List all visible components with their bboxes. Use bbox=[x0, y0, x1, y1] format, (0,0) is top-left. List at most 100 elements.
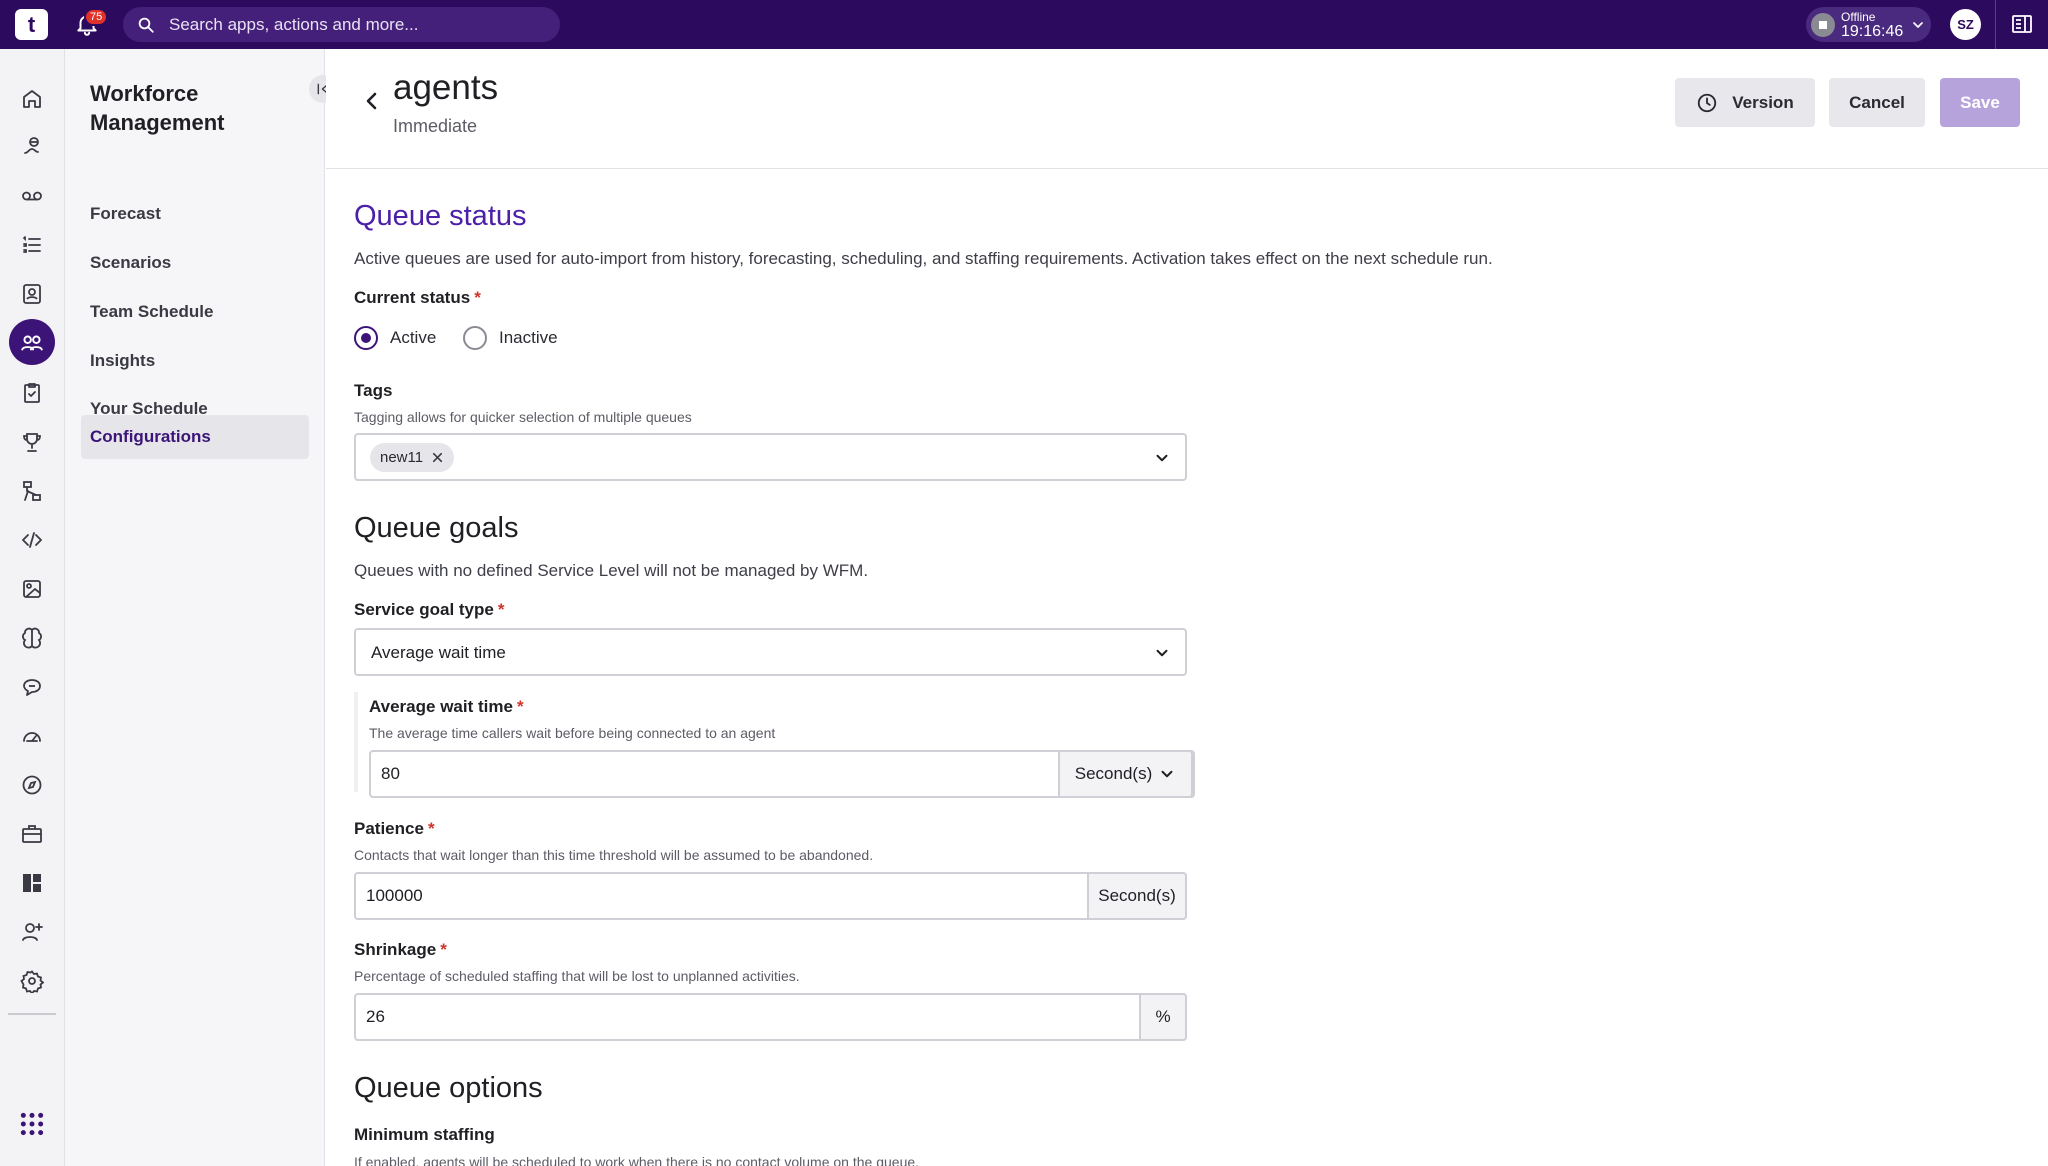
nav-item-configurations[interactable]: Configurations bbox=[81, 415, 309, 459]
rail-divider bbox=[8, 1013, 56, 1015]
crop-icon[interactable] bbox=[18, 575, 46, 603]
side-panel-icon[interactable] bbox=[2010, 12, 2034, 36]
minimum-staffing-hint: If enabled, agents will be scheduled to … bbox=[354, 1154, 920, 1166]
nav-item-insights[interactable]: Insights bbox=[81, 339, 309, 383]
status-radio-inactive[interactable]: Inactive bbox=[463, 326, 558, 350]
cancel-button[interactable]: Cancel bbox=[1829, 78, 1925, 127]
nav-item-team-schedule[interactable]: Team Schedule bbox=[81, 290, 309, 334]
tags-hint: Tagging allows for quicker selection of … bbox=[354, 409, 692, 425]
user-add-icon[interactable] bbox=[18, 918, 46, 946]
chevron-down-icon bbox=[1913, 22, 1923, 28]
minimum-staffing-label: Minimum staffing bbox=[354, 1125, 495, 1144]
notification-count-badge: 75 bbox=[84, 8, 109, 26]
queue-status-heading: Queue status bbox=[354, 200, 527, 232]
patience-field: Second(s) bbox=[354, 872, 1187, 920]
queue-options-heading: Queue options bbox=[354, 1072, 543, 1104]
chat-icon[interactable] bbox=[18, 673, 46, 701]
status-timer: 19:16:46 bbox=[1841, 23, 1904, 40]
nav-item-forecast[interactable]: Forecast bbox=[81, 192, 309, 236]
search-input[interactable] bbox=[169, 7, 549, 42]
shrinkage-hint: Percentage of scheduled staffing that wi… bbox=[354, 968, 800, 984]
chevron-down-icon bbox=[1161, 770, 1173, 778]
service-goal-type-select[interactable]: Average wait time bbox=[354, 628, 1187, 676]
logo-text: t bbox=[27, 11, 36, 37]
top-bar: t 75 Offline 19:16:46 SZ bbox=[0, 0, 2048, 49]
avg-wait-time-hint: The average time callers wait before bei… bbox=[369, 725, 776, 741]
tag-chip: new11 bbox=[370, 443, 455, 472]
queue-goals-heading: Queue goals bbox=[354, 512, 519, 544]
user-avatar[interactable]: SZ bbox=[1950, 9, 1981, 40]
voicemail-icon[interactable] bbox=[18, 182, 46, 210]
app-logo[interactable]: t bbox=[15, 9, 48, 40]
shrinkage-unit: % bbox=[1139, 993, 1187, 1041]
tasks-icon[interactable] bbox=[18, 379, 46, 407]
required-marker: * bbox=[440, 940, 447, 959]
settings-icon[interactable] bbox=[18, 967, 46, 995]
radio-checked-icon bbox=[354, 326, 378, 350]
app-rail bbox=[0, 49, 65, 1166]
home-icon[interactable] bbox=[18, 85, 46, 113]
list-icon[interactable] bbox=[18, 231, 46, 259]
flow-icon[interactable] bbox=[18, 477, 46, 505]
required-marker: * bbox=[497, 600, 505, 619]
avg-wait-time-input[interactable] bbox=[381, 764, 881, 784]
current-status-label: Current status * bbox=[354, 288, 481, 308]
search-icon bbox=[138, 17, 154, 33]
save-button[interactable]: Save bbox=[1940, 78, 2020, 127]
offline-status-icon bbox=[1811, 13, 1835, 37]
chevron-left-icon bbox=[366, 92, 377, 110]
patience-hint: Contacts that wait longer than this time… bbox=[354, 847, 874, 863]
status-label: Offline bbox=[1841, 10, 1876, 24]
service-goal-type-value: Average wait time bbox=[371, 643, 506, 662]
radio-active-label: Active bbox=[390, 328, 437, 347]
global-search[interactable] bbox=[123, 7, 560, 42]
presence-status-selector[interactable]: Offline 19:16:46 bbox=[1806, 7, 1931, 42]
remove-tag-icon[interactable] bbox=[431, 451, 444, 464]
customer-journey-icon[interactable] bbox=[18, 133, 46, 161]
chevron-down-icon bbox=[1156, 649, 1168, 657]
avg-wait-time-label: Average wait time * bbox=[369, 697, 524, 717]
patience-input[interactable] bbox=[366, 886, 866, 906]
shrinkage-field: % bbox=[354, 993, 1187, 1041]
required-marker: * bbox=[516, 697, 524, 716]
topbar-divider bbox=[1995, 0, 1996, 49]
required-marker: * bbox=[427, 819, 435, 838]
app-grid-icon[interactable] bbox=[18, 1110, 46, 1138]
code-icon[interactable] bbox=[18, 526, 46, 554]
status-radio-active[interactable]: Active bbox=[354, 326, 436, 350]
patience-label-text: Patience bbox=[354, 819, 424, 838]
clock-icon bbox=[1698, 93, 1717, 112]
avg-wait-time-field: Second(s) bbox=[369, 750, 1195, 798]
patience-label: Patience * bbox=[354, 819, 435, 839]
service-goal-type-label: Service goal type * bbox=[354, 600, 504, 620]
required-marker: * bbox=[474, 288, 481, 307]
tags-label: Tags bbox=[354, 381, 393, 400]
shrinkage-label: Shrinkage * bbox=[354, 940, 447, 960]
patience-unit: Second(s) bbox=[1087, 872, 1187, 920]
version-button[interactable]: Version bbox=[1675, 78, 1815, 127]
compass-icon[interactable] bbox=[18, 771, 46, 799]
tags-select[interactable]: new11 bbox=[354, 433, 1187, 481]
dashboard-gauge-icon[interactable] bbox=[18, 722, 46, 750]
tag-chip-label: new11 bbox=[380, 449, 424, 466]
workforce-icon[interactable] bbox=[18, 329, 46, 357]
briefcase-icon[interactable] bbox=[18, 820, 46, 848]
contacts-icon[interactable] bbox=[18, 280, 46, 308]
version-button-label: Version bbox=[1732, 92, 1794, 112]
trophy-icon[interactable] bbox=[18, 428, 46, 456]
shrinkage-input[interactable] bbox=[366, 1007, 866, 1027]
avg-wait-unit-select[interactable]: Second(s) bbox=[1058, 750, 1193, 798]
brain-icon[interactable] bbox=[18, 624, 46, 652]
back-button[interactable] bbox=[360, 89, 384, 118]
avg-wait-time-label-text: Average wait time bbox=[369, 697, 513, 716]
current-status-label-text: Current status bbox=[354, 288, 471, 307]
nav-item-scenarios[interactable]: Scenarios bbox=[81, 241, 309, 285]
page-title: agents bbox=[393, 68, 499, 107]
layout-icon[interactable] bbox=[18, 869, 46, 897]
subnav-title: Workforce Management bbox=[90, 81, 225, 135]
nested-field-indicator bbox=[354, 692, 358, 792]
radio-inactive-label: Inactive bbox=[499, 328, 558, 347]
chevron-down-icon bbox=[1156, 454, 1168, 462]
queue-goals-description: Queues with no defined Service Level wil… bbox=[354, 561, 869, 580]
radio-unchecked-icon bbox=[463, 326, 487, 350]
